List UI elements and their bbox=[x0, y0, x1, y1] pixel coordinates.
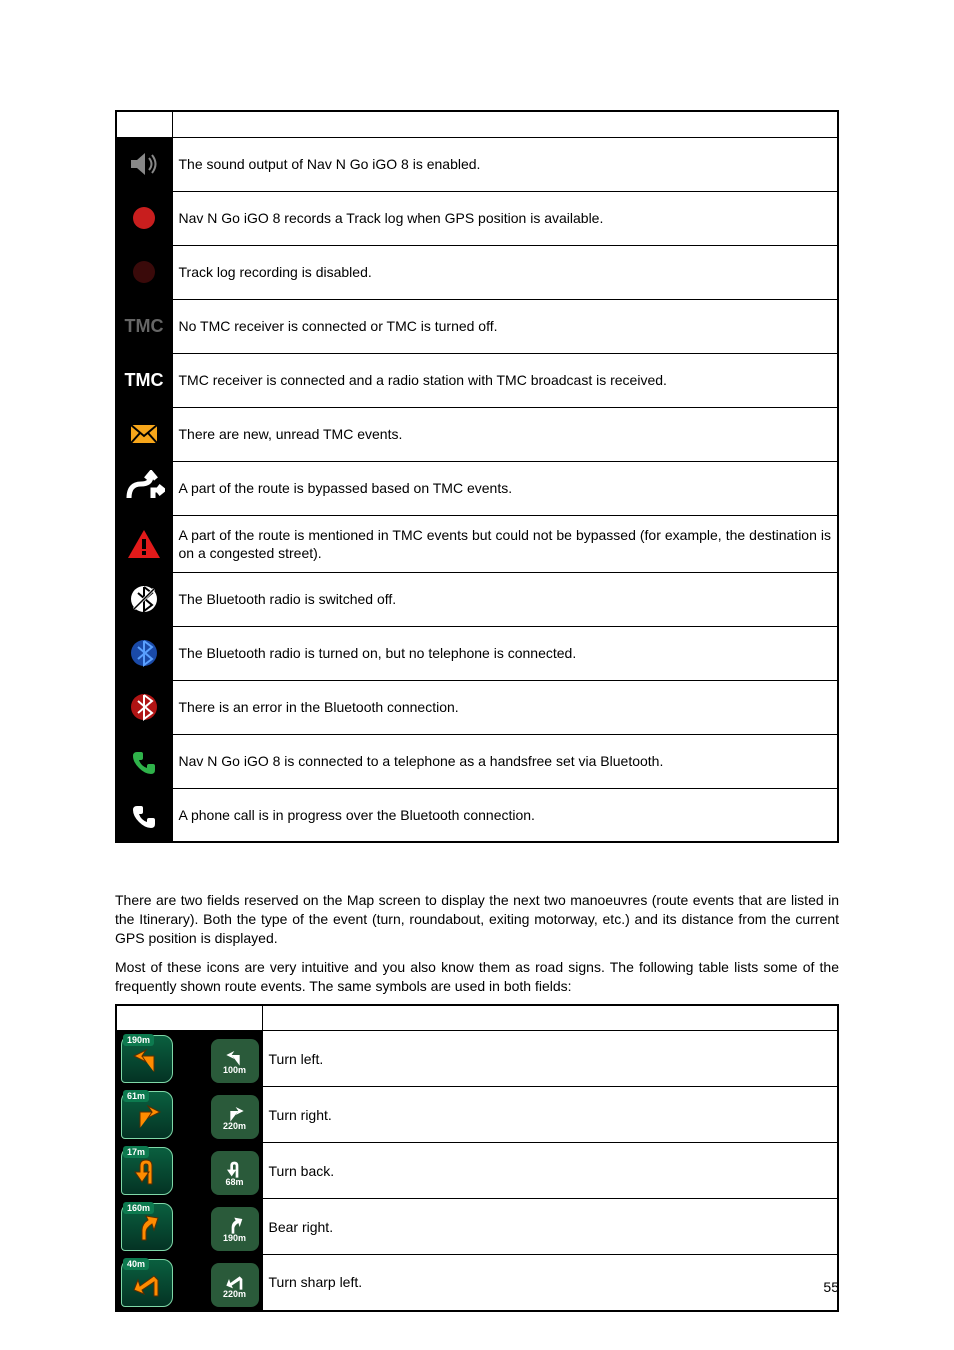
tracklog-disabled-desc: Track log recording is disabled. bbox=[172, 245, 838, 299]
turn-left-desc: Turn left. bbox=[262, 1031, 838, 1087]
bt-handsfree-desc: Nav N Go iGO 8 is connected to a telepho… bbox=[172, 734, 838, 788]
bear-right-icon: 160m 190m bbox=[116, 1199, 262, 1255]
tmc-warning-desc: A part of the route is mentioned in TMC … bbox=[172, 515, 838, 572]
bt-error-desc: There is an error in the Bluetooth conne… bbox=[172, 680, 838, 734]
turn-events-table: 190m 100m Turn left. 61m 220m bbox=[115, 1004, 839, 1312]
tmc-off-icon: TMC bbox=[116, 299, 172, 353]
paragraph-2: Most of these icons are very intuitive a… bbox=[115, 958, 839, 996]
svg-text:TMC: TMC bbox=[125, 370, 164, 390]
turn-back-desc: Turn back. bbox=[262, 1143, 838, 1199]
tmc-on-desc: TMC receiver is connected and a radio st… bbox=[172, 353, 838, 407]
turn-right-icon: 61m 220m bbox=[116, 1087, 262, 1143]
tmc-on-icon: TMC bbox=[116, 353, 172, 407]
tmc-bypass-desc: A part of the route is bypassed based on… bbox=[172, 461, 838, 515]
sound-enabled-icon bbox=[116, 137, 172, 191]
tmc-unread-icon bbox=[116, 407, 172, 461]
turn-back-icon: 17m 68m bbox=[116, 1143, 262, 1199]
secondary-distance: 220m bbox=[223, 1121, 246, 1131]
bt-error-icon bbox=[116, 680, 172, 734]
bt-off-icon bbox=[116, 572, 172, 626]
tracklog-disabled-icon bbox=[116, 245, 172, 299]
bt-call-icon bbox=[116, 788, 172, 842]
secondary-distance: 100m bbox=[223, 1065, 246, 1075]
bt-handsfree-icon bbox=[116, 734, 172, 788]
primary-distance: 61m bbox=[123, 1090, 149, 1102]
status-icons-table: The sound output of Nav N Go iGO 8 is en… bbox=[115, 110, 839, 843]
tmc-bypass-icon bbox=[116, 461, 172, 515]
primary-distance: 17m bbox=[123, 1146, 149, 1158]
primary-distance: 190m bbox=[123, 1034, 154, 1046]
paragraph-1: There are two fields reserved on the Map… bbox=[115, 891, 839, 948]
tmc-off-desc: No TMC receiver is connected or TMC is t… bbox=[172, 299, 838, 353]
page-number: 55 bbox=[823, 1279, 839, 1295]
svg-text:TMC: TMC bbox=[125, 316, 164, 336]
secondary-distance: 190m bbox=[223, 1233, 246, 1243]
secondary-distance: 68m bbox=[225, 1177, 243, 1187]
bt-on-noconn-desc: The Bluetooth radio is turned on, but no… bbox=[172, 626, 838, 680]
tmc-unread-desc: There are new, unread TMC events. bbox=[172, 407, 838, 461]
tracklog-enabled-desc: Nav N Go iGO 8 records a Track log when … bbox=[172, 191, 838, 245]
bt-off-desc: The Bluetooth radio is switched off. bbox=[172, 572, 838, 626]
tmc-warning-icon bbox=[116, 515, 172, 572]
turn-left-icon: 190m 100m bbox=[116, 1031, 262, 1087]
primary-distance: 40m bbox=[123, 1258, 149, 1270]
bt-call-desc: A phone call is in progress over the Blu… bbox=[172, 788, 838, 842]
sound-enabled-desc: The sound output of Nav N Go iGO 8 is en… bbox=[172, 137, 838, 191]
turn-right-desc: Turn right. bbox=[262, 1087, 838, 1143]
bt-on-noconn-icon bbox=[116, 626, 172, 680]
secondary-distance: 220m bbox=[223, 1289, 246, 1299]
primary-distance: 160m bbox=[123, 1202, 154, 1214]
turn-sharp-left-icon: 40m 220m bbox=[116, 1255, 262, 1311]
turn-sharp-left-desc: Turn sharp left. bbox=[262, 1255, 838, 1311]
tracklog-enabled-icon bbox=[116, 191, 172, 245]
bear-right-desc: Bear right. bbox=[262, 1199, 838, 1255]
